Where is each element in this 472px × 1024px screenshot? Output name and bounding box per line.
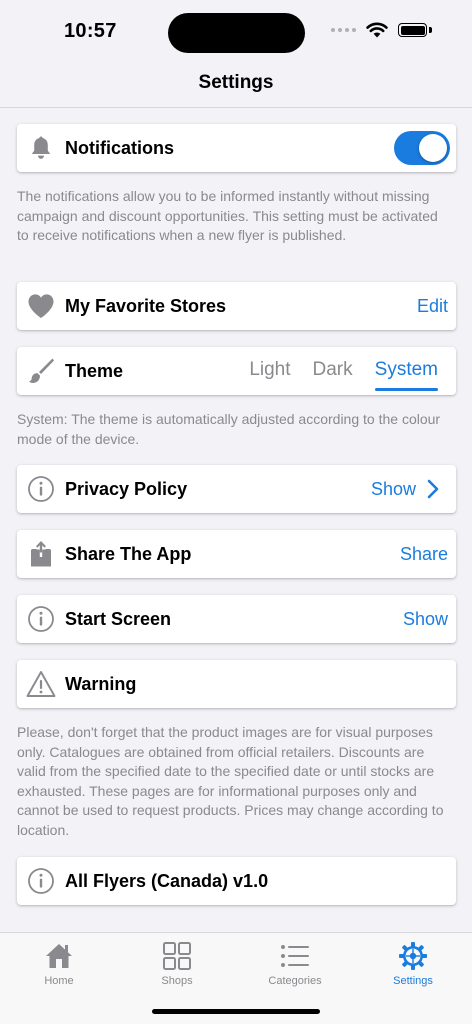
warning-row: Warning: [17, 660, 456, 708]
chevron-right-icon: [427, 479, 439, 499]
version-label: All Flyers (Canada) v1.0: [65, 870, 269, 891]
show-start-screen-button[interactable]: Show: [403, 609, 448, 630]
theme-option-dark[interactable]: Dark: [313, 359, 353, 383]
tab-shops-label: Shops: [161, 975, 193, 987]
info-icon: [17, 595, 65, 643]
heart-icon: [17, 282, 65, 330]
privacy-policy-label: Privacy Policy: [65, 478, 188, 499]
theme-option-system[interactable]: System: [374, 359, 439, 391]
wifi-icon: [366, 22, 388, 38]
gear-icon: [354, 939, 472, 973]
dynamic-island: [168, 13, 305, 53]
share-button[interactable]: Share: [400, 544, 448, 565]
notifications-label: Notifications: [65, 137, 175, 158]
tab-categories[interactable]: Categories: [236, 939, 354, 987]
home-indicator: [152, 1009, 320, 1014]
show-privacy-button[interactable]: Show: [371, 479, 416, 500]
list-icon: [236, 939, 354, 973]
bell-icon: [17, 124, 65, 172]
edit-favorites-button[interactable]: Edit: [417, 296, 448, 317]
theme-selector: Light Dark System: [227, 359, 439, 391]
battery-icon: [398, 22, 432, 38]
version-row: All Flyers (Canada) v1.0: [17, 857, 456, 905]
warning-label: Warning: [65, 673, 137, 694]
theme-option-light[interactable]: Light: [249, 359, 290, 383]
theme-label: Theme: [65, 360, 124, 381]
info-icon: [17, 857, 65, 905]
warning-description: Please, don't forget that the product im…: [17, 724, 444, 838]
page-title: Settings: [198, 72, 274, 93]
start-screen-row[interactable]: Start Screen Show: [17, 595, 456, 643]
share-app-row[interactable]: Share The App Share: [17, 530, 456, 578]
share-app-label: Share The App: [65, 543, 192, 564]
tab-categories-label: Categories: [268, 975, 322, 987]
paintbrush-icon: [17, 347, 65, 395]
info-icon: [17, 465, 65, 513]
grid-icon: [118, 939, 236, 973]
tab-shops[interactable]: Shops: [118, 939, 236, 987]
favorite-stores-row[interactable]: My Favorite Stores Edit: [17, 282, 456, 330]
home-icon: [0, 939, 118, 973]
privacy-policy-row[interactable]: Privacy Policy Show: [17, 465, 456, 513]
status-bar: 10:57: [0, 0, 472, 60]
start-screen-label: Start Screen: [65, 608, 172, 629]
notifications-toggle[interactable]: [394, 131, 450, 165]
favorite-stores-label: My Favorite Stores: [65, 295, 227, 316]
warning-icon: [17, 660, 65, 708]
notifications-description: The notifications allow you to be inform…: [17, 188, 438, 244]
tab-settings-label: Settings: [393, 975, 433, 987]
theme-row: Theme Light Dark System: [17, 347, 456, 395]
tab-home[interactable]: Home: [0, 939, 118, 987]
nav-divider: [0, 107, 472, 108]
cellular-signal-icon: [331, 28, 356, 32]
status-icons: [331, 22, 432, 38]
share-icon: [17, 530, 65, 578]
notifications-row: Notifications: [17, 124, 456, 172]
tab-settings[interactable]: Settings: [354, 939, 472, 987]
theme-description: System: The theme is automatically adjus…: [17, 411, 441, 447]
status-time: 10:57: [64, 20, 117, 42]
tab-home-label: Home: [44, 975, 74, 987]
